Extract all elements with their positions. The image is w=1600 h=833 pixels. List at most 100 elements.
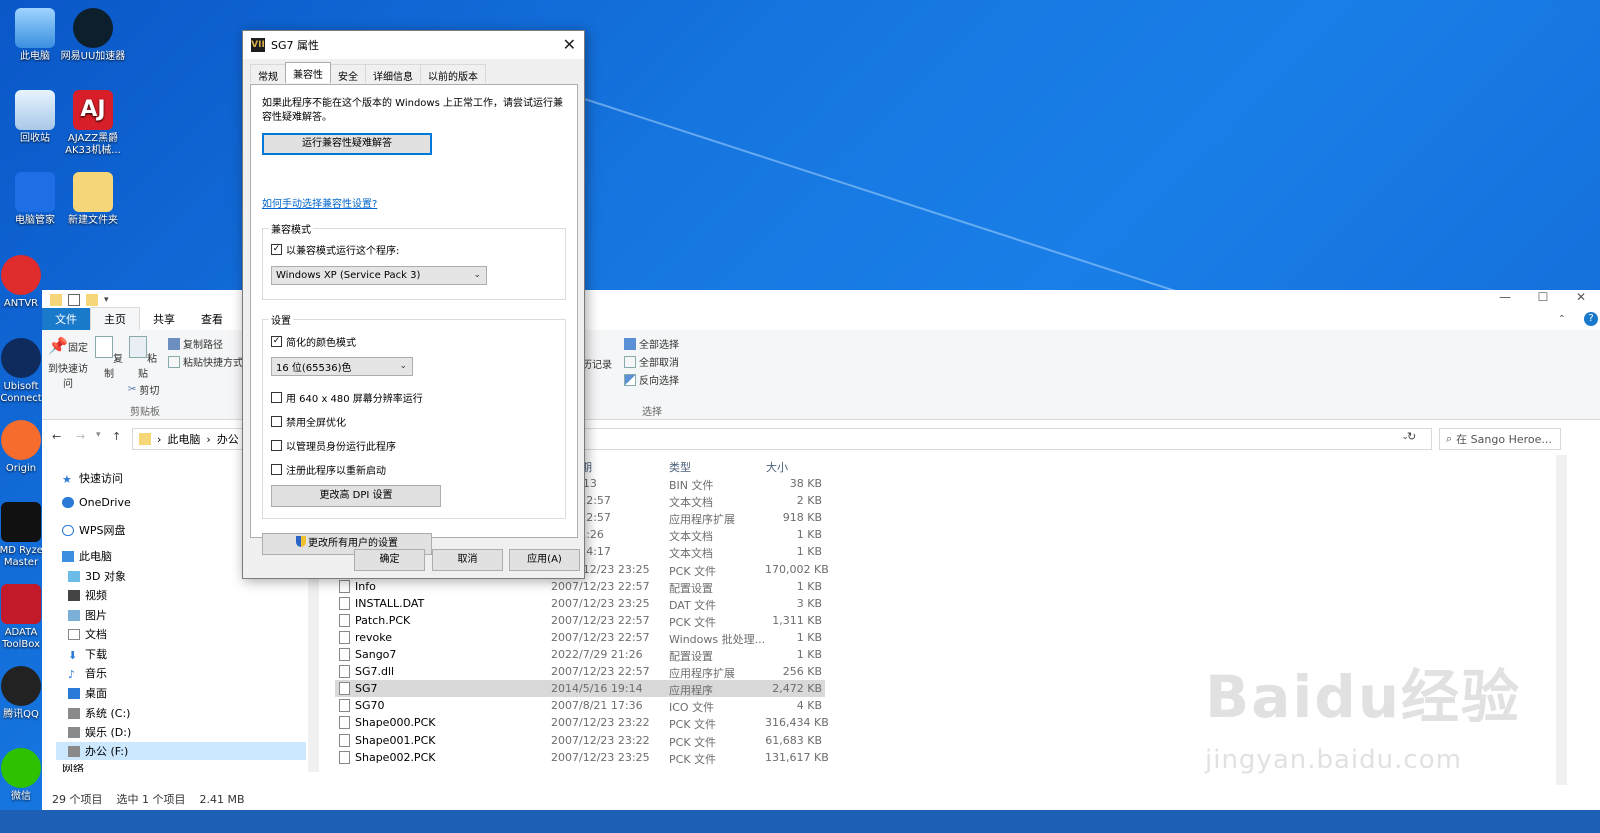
copy-path-button[interactable]: 复制路径 — [168, 336, 223, 351]
nav-wps[interactable]: WPS网盘 — [62, 522, 126, 538]
paste-button[interactable]: 粘贴 — [128, 336, 158, 380]
file-size: 1 KB — [796, 528, 822, 542]
up-arrow-icon[interactable]: ↑ — [112, 430, 121, 443]
select-all-button[interactable]: 全部选择 — [624, 336, 679, 351]
compat-mode-group-title: 兼容模式 — [269, 221, 313, 236]
tab-view[interactable]: 查看 — [188, 308, 236, 330]
nav-this-pc[interactable]: 此电脑 — [62, 548, 112, 564]
invert-selection-button[interactable]: 反向选择 — [624, 372, 679, 387]
table-row[interactable]: SG7.dll 2007/12/23 22:57 应用程序扩展 256 KB — [335, 663, 825, 680]
nav-onedrive[interactable]: OneDrive — [62, 496, 131, 509]
table-row[interactable]: Shape000.PCK 2007/12/23 23:22 PCK 文件 316,43… — [335, 714, 829, 731]
nav-documents[interactable]: 文档 — [68, 626, 107, 642]
back-arrow-icon[interactable]: ← — [52, 430, 61, 443]
ribbon-collapse-icon[interactable]: ⌃ — [1558, 314, 1566, 325]
file-type: 配置设置 — [669, 581, 713, 595]
forward-arrow-icon[interactable]: → — [76, 430, 85, 443]
maximize-icon[interactable]: ☐ — [1524, 290, 1562, 306]
video-icon — [68, 589, 80, 601]
drive-icon — [68, 707, 80, 719]
help-icon[interactable]: ? — [1584, 312, 1598, 326]
tab-share[interactable]: 共享 — [140, 308, 188, 330]
file-type: ICO 文件 — [669, 701, 715, 715]
table-row[interactable]: SG70 2007/8/21 17:36 ICO 文件 4 KB — [335, 697, 825, 714]
nav-drive-d[interactable]: 娱乐 (D:) — [68, 724, 131, 740]
settings-group: 设置 ✓ 简化的颜色模式 16 位(65536)色 ⌄ 用 640 x 480 屏幕… — [262, 312, 566, 519]
new-folder-icon[interactable] — [86, 294, 98, 306]
file-date: 2007/12/23 22:57 — [551, 579, 650, 593]
column-header-size[interactable]: 大小 — [766, 459, 788, 475]
run-troubleshooter-button[interactable]: 运行兼容性疑难解答 — [262, 133, 432, 155]
nav-3d-objects[interactable]: 3D 对象 — [68, 568, 126, 584]
table-row[interactable]: SG7 2014/5/16 19:14 应用程序 2,472 KB — [335, 680, 825, 698]
nav-pictures[interactable]: 图片 — [68, 607, 107, 623]
tab-file[interactable]: 文件 — [42, 308, 90, 330]
pin-quick-access-button[interactable]: 📌固定到快速访问 — [46, 336, 90, 390]
desktop-icon-new-folder[interactable]: 新建文件夹 — [58, 172, 128, 227]
nav-videos[interactable]: 视频 — [68, 587, 107, 603]
tab-general[interactable]: 常规 — [250, 64, 286, 83]
tab-details[interactable]: 详细信息 — [365, 64, 421, 83]
table-row[interactable]: Patch.PCK 2007/12/23 22:57 PCK 文件 1,311 KB — [335, 612, 825, 629]
ok-button[interactable]: 确定 — [354, 549, 425, 571]
chevron-down-icon[interactable]: ▾ — [104, 295, 109, 305]
apply-button[interactable]: 应用(A) — [509, 549, 580, 571]
compat-mode-checkbox[interactable]: ✓ 以兼容模式运行这个程序: — [271, 242, 399, 257]
nav-quick-access[interactable]: ★ 快速访问 — [62, 470, 123, 486]
invert-selection-icon — [624, 373, 636, 386]
paste-shortcut-button[interactable]: 粘贴快捷方式 — [168, 354, 243, 369]
nav-network[interactable]: 网络 — [62, 764, 84, 772]
resolution-640-checkbox[interactable]: 用 640 x 480 屏幕分辨率运行 — [271, 390, 423, 405]
file-list-scrollbar[interactable] — [1556, 455, 1567, 785]
file-name: Sango7 — [355, 648, 397, 661]
nav-downloads[interactable]: ⬇ 下载 — [68, 646, 107, 662]
run-as-admin-checkbox[interactable]: 以管理员身份运行此程序 — [271, 438, 396, 453]
copy-button[interactable]: 复制 — [94, 336, 124, 380]
checkmark-icon: ✓ — [271, 336, 282, 347]
recent-chevron-icon[interactable]: ▾ — [96, 430, 101, 440]
table-row[interactable]: Info 2007/12/23 22:57 配置设置 1 KB — [335, 578, 825, 595]
refresh-icon[interactable]: ↻ — [1407, 430, 1416, 443]
table-row[interactable]: Shape001.PCK 2007/12/23 23:22 PCK 文件 61,683… — [335, 732, 825, 749]
minimize-icon[interactable]: — — [1486, 290, 1524, 306]
nav-drive-c[interactable]: 系统 (C:) — [68, 705, 130, 721]
file-type: PCK 文件 — [669, 564, 717, 578]
tab-security[interactable]: 安全 — [330, 64, 366, 83]
file-size: 170,002 KB — [765, 562, 829, 576]
reduced-color-checkbox[interactable]: ✓ 简化的颜色模式 — [271, 334, 356, 349]
watermark-brand: Baidu经验 — [1205, 663, 1522, 731]
change-dpi-button[interactable]: 更改高 DPI 设置 — [271, 485, 441, 507]
compat-os-select[interactable]: Windows XP (Service Pack 3) ⌄ — [271, 266, 487, 285]
breadcrumb-drive[interactable]: 办公 — [217, 431, 239, 447]
breadcrumb-this-pc[interactable]: 此电脑 — [167, 431, 200, 447]
file-icon — [339, 613, 350, 627]
table-row[interactable]: INSTALL.DAT 2007/12/23 23:25 DAT 文件 3 KB — [335, 595, 825, 612]
tab-previous-versions[interactable]: 以前的版本 — [420, 64, 486, 83]
cut-button[interactable]: ✂ 剪切 — [128, 382, 159, 397]
close-icon[interactable]: ✕ — [1562, 290, 1600, 306]
nav-desktop[interactable]: 桌面 — [68, 685, 107, 701]
tab-home[interactable]: 主页 — [90, 307, 140, 330]
picture-icon — [68, 609, 80, 621]
tab-compatibility[interactable]: 兼容性 — [285, 62, 331, 83]
ryzen-master-icon — [1, 502, 41, 542]
properties-icon[interactable] — [68, 294, 80, 306]
close-icon[interactable]: ✕ — [563, 35, 576, 54]
file-icon — [339, 750, 350, 764]
table-row[interactable]: Sango7 2022/7/29 21:26 配置设置 1 KB — [335, 646, 825, 663]
desktop-icon-uu[interactable]: 网易UU加速器 — [58, 8, 128, 63]
desktop-icon-ajazz[interactable]: AJ AJAZZ黑爵AK33机械... — [58, 90, 128, 157]
history-button[interactable]: 历记录 — [582, 356, 612, 371]
search-input[interactable]: ⌕ 在 Sango Heroe... — [1439, 428, 1561, 450]
table-row[interactable]: Shape002.PCK 2007/12/23 23:25 PCK 文件 131,61… — [335, 749, 829, 766]
select-none-button[interactable]: 全部取消 — [624, 354, 679, 369]
column-header-type[interactable]: 类型 — [669, 459, 691, 475]
manual-settings-link[interactable]: 如何手动选择兼容性设置? — [262, 195, 377, 210]
nav-drive-f[interactable]: 办公 (F:) — [56, 742, 306, 760]
color-depth-select[interactable]: 16 位(65536)色 ⌄ — [271, 357, 413, 376]
disable-fullscreen-opt-checkbox[interactable]: 禁用全屏优化 — [271, 414, 346, 429]
nav-music[interactable]: ♪ 音乐 — [68, 665, 107, 681]
table-row[interactable]: revoke 2007/12/23 22:57 Windows 批处理... 1 KB — [335, 629, 825, 646]
cancel-button[interactable]: 取消 — [432, 549, 503, 571]
register-restart-checkbox[interactable]: 注册此程序以重新启动 — [271, 462, 386, 477]
